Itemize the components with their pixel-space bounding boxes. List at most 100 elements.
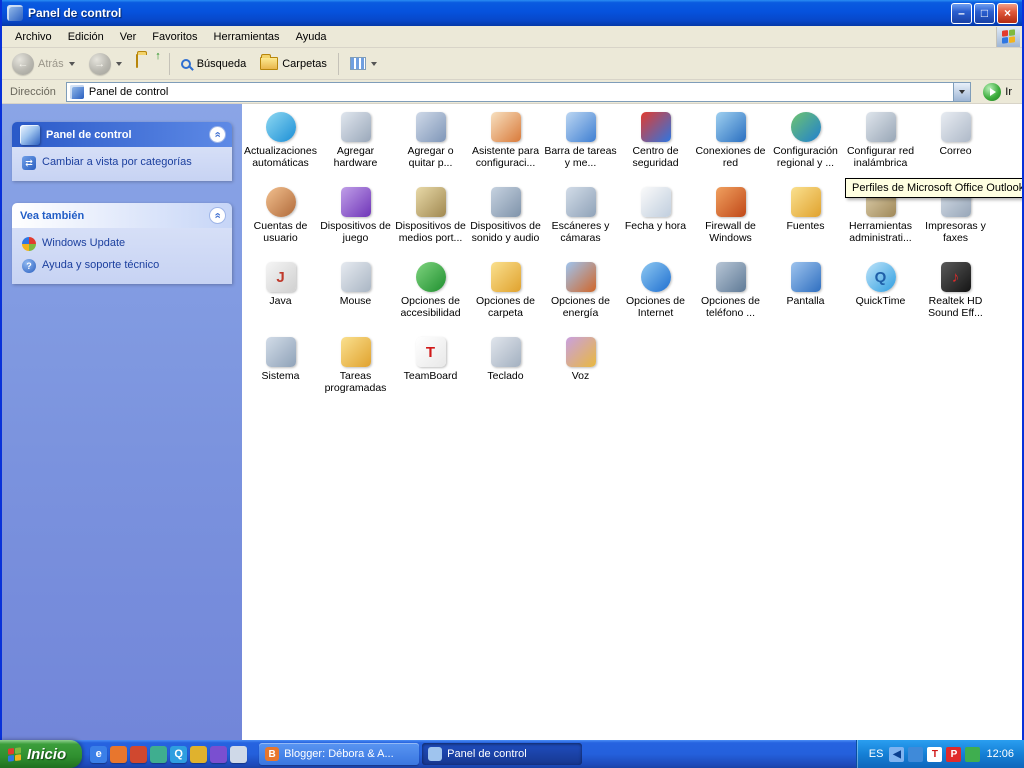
toolbar-separator [168, 52, 170, 75]
back-label: Atrás [38, 57, 64, 70]
control-panel-item[interactable]: Asistente para configuraci... [468, 112, 543, 187]
address-label: Dirección [10, 85, 56, 98]
control-panel-item[interactable]: Tareas programadas [318, 337, 393, 412]
control-panel-item[interactable]: T TeamBoard [393, 337, 468, 412]
start-button[interactable]: Inicio [0, 740, 83, 768]
tooltip: Perfiles de Microsoft Office Outlook [845, 178, 1022, 198]
control-panel-item-label: Centro de seguridad [632, 145, 679, 169]
control-panel-item[interactable]: Firewall de Windows [693, 187, 768, 262]
address-dropdown-button[interactable] [953, 82, 971, 101]
close-button[interactable]: × [997, 2, 1018, 24]
taskbar-task-button[interactable]: B Blogger: Débora & A... [259, 743, 420, 765]
control-panel-item[interactable]: Dispositivos de juego [318, 187, 393, 262]
menu-herramientas[interactable]: Herramientas [207, 28, 287, 46]
power-options-icon [565, 262, 596, 292]
control-panel-item[interactable]: Configurar red inalámbrica [843, 112, 918, 187]
control-panel-item[interactable]: Agregar o quitar p... [393, 112, 468, 187]
quicktime-icon[interactable]: Q [170, 745, 188, 763]
control-panel-item[interactable]: Mouse [318, 262, 393, 337]
minimize-button[interactable]: – [951, 2, 972, 24]
control-panel-window: Panel de control – □ × Archivo Edición V… [0, 0, 1024, 740]
language-indicator[interactable]: ES [869, 748, 884, 760]
control-panel-item[interactable]: J Java [243, 262, 318, 337]
menu-ver[interactable]: Ver [113, 28, 144, 46]
control-panel-item[interactable]: Correo [918, 112, 993, 187]
control-panel-item[interactable]: Opciones de teléfono ... [693, 262, 768, 337]
antivirus-tray-icon[interactable]: P [946, 746, 962, 762]
help-icon: ? [22, 259, 36, 273]
firefox-icon[interactable] [110, 745, 128, 763]
mail-icon [940, 112, 971, 142]
control-panel-item[interactable]: Conexiones de red [693, 112, 768, 187]
teamboard-tray-icon[interactable]: T [927, 746, 943, 762]
control-panel-item[interactable]: Voz [543, 337, 618, 412]
control-panel-item[interactable]: Impresoras y faxes [918, 187, 993, 262]
control-panel-item[interactable]: Fuentes [768, 187, 843, 262]
menu-archivo[interactable]: Archivo [8, 28, 59, 46]
control-panel-item[interactable]: Teclado [468, 337, 543, 412]
control-panel-item[interactable]: Actualizaciones automáticas [243, 112, 318, 187]
title-bar: Panel de control – □ × [2, 0, 1022, 26]
up-folder-icon: ↑ [135, 50, 161, 73]
control-panel-item[interactable]: Opciones de energía [543, 262, 618, 337]
show-desktop-icon[interactable] [230, 745, 248, 763]
taskbar-task-button[interactable]: Panel de control [422, 743, 583, 765]
control-panel-item-label: Opciones de Internet [626, 295, 685, 319]
control-panel-item[interactable]: ♪ Realtek HD Sound Eff... [918, 262, 993, 337]
control-panel-item-label: QuickTime [855, 295, 906, 307]
switch-category-view-link[interactable]: ⇄ Cambiar a vista por categorías [22, 156, 224, 170]
volume-icon[interactable]: ◀ [889, 746, 905, 762]
collapse-chevron-icon[interactable]: « [209, 126, 226, 143]
address-input[interactable]: Panel de control [65, 81, 972, 102]
control-panel-item[interactable]: Dispositivos de sonido y audio [468, 187, 543, 262]
control-panel-item[interactable]: Cuentas de usuario [243, 187, 318, 262]
search-button[interactable]: Búsqueda [175, 55, 253, 73]
browser-icon[interactable] [210, 745, 228, 763]
control-panel-item[interactable]: Opciones de carpeta [468, 262, 543, 337]
back-dropdown-icon [68, 61, 75, 66]
display-icon [790, 262, 821, 292]
media-player-icon[interactable] [130, 745, 148, 763]
control-panel-item[interactable]: Configuración regional y ... [768, 112, 843, 187]
folders-icon [260, 54, 279, 70]
control-panel-item-label: Opciones de accesibilidad [400, 295, 461, 319]
control-panel-item[interactable]: Pantalla [768, 262, 843, 337]
control-panel-item[interactable]: Escáneres y cámaras [543, 187, 618, 262]
windows-update-link[interactable]: Windows Update [22, 237, 224, 251]
collapse-chevron-icon[interactable]: « [209, 207, 226, 224]
internet-explorer-icon[interactable]: e [90, 745, 108, 763]
folders-label: Carpetas [282, 57, 327, 70]
folders-button[interactable]: Carpetas [254, 54, 333, 73]
menu-edicion[interactable]: Edición [61, 28, 111, 46]
internet-options-icon [640, 262, 671, 292]
control-panel-item-label: Opciones de energía [551, 295, 610, 319]
menu-ayuda[interactable]: Ayuda [289, 28, 334, 46]
up-button[interactable]: ↑ [130, 50, 164, 76]
date-time-icon [640, 187, 671, 217]
messenger-icon[interactable] [150, 745, 168, 763]
forward-button[interactable] [83, 50, 128, 78]
maximize-button[interactable]: □ [974, 2, 995, 24]
forward-icon [88, 52, 111, 75]
control-panel-item[interactable]: Agregar hardware [318, 112, 393, 187]
control-panel-item[interactable]: Opciones de accesibilidad [393, 262, 468, 337]
help-support-link[interactable]: ? Ayuda y soporte técnico [22, 259, 224, 273]
control-panel-item[interactable]: Fecha y hora [618, 187, 693, 262]
control-panel-item-label: Opciones de teléfono ... [701, 295, 760, 319]
control-panel-item[interactable]: Sistema [243, 337, 318, 412]
menu-favoritos[interactable]: Favoritos [145, 28, 204, 46]
control-panel-item[interactable]: Barra de tareas y me... [543, 112, 618, 187]
mail-app-icon[interactable] [190, 745, 208, 763]
network-status-icon[interactable] [908, 746, 924, 762]
control-panel-item-label: Firewall de Windows [705, 220, 756, 244]
control-panel-item[interactable]: Centro de seguridad [618, 112, 693, 187]
update-tray-icon[interactable] [965, 746, 981, 762]
control-panel-item[interactable]: Dispositivos de medios port... [393, 187, 468, 262]
windows-flag-icon [8, 746, 21, 762]
go-button[interactable]: Ir [977, 82, 1018, 102]
back-button[interactable]: Atrás [6, 50, 81, 78]
views-button[interactable] [344, 54, 383, 73]
control-panel-item[interactable]: Q QuickTime [843, 262, 918, 337]
control-panel-item[interactable]: Opciones de Internet [618, 262, 693, 337]
control-panel-item[interactable]: Herramientas administrati... [843, 187, 918, 262]
